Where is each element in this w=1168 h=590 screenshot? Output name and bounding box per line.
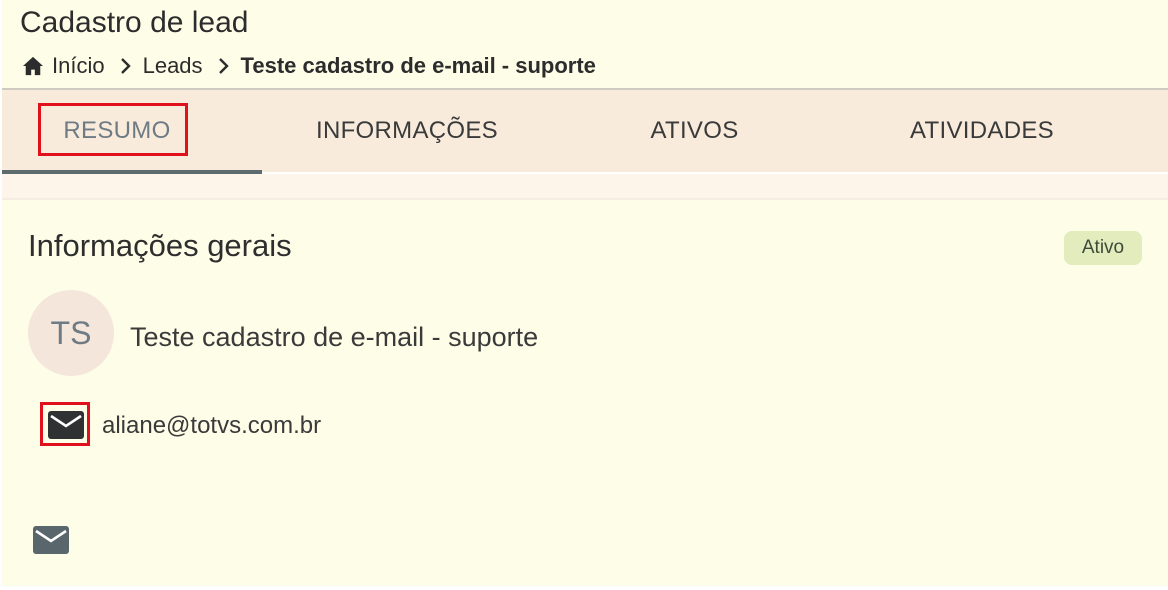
email-address[interactable]: aliane@totvs.com.br: [102, 412, 321, 440]
avatar: TS: [28, 290, 114, 376]
tab-ativos[interactable]: ATIVOS: [552, 90, 837, 172]
tabs-spacer: [2, 174, 1168, 198]
email-icon-highlight-box: [40, 402, 90, 446]
page-header: Cadastro de lead Início Leads Teste cada…: [2, 0, 1168, 88]
chevron-right-icon: [120, 58, 131, 74]
page-title: Cadastro de lead: [20, 6, 249, 39]
mail-icon[interactable]: [32, 524, 70, 556]
tab-highlight-box: [38, 103, 188, 156]
chevron-right-icon: [218, 58, 229, 74]
tab-atividades[interactable]: ATIVIDADES: [837, 90, 1127, 172]
status-badge: Ativo: [1064, 231, 1142, 265]
breadcrumb: Início Leads Teste cadastro de e-mail - …: [22, 52, 596, 80]
home-icon[interactable]: [22, 56, 44, 76]
breadcrumb-item-inicio[interactable]: Início: [52, 53, 105, 79]
section-title: Informações gerais: [28, 228, 292, 263]
lead-name: Teste cadastro de e-mail - suporte: [130, 322, 539, 352]
breadcrumb-item-current: Teste cadastro de e-mail - suporte: [240, 53, 596, 78]
breadcrumb-item-leads[interactable]: Leads: [143, 53, 203, 79]
tab-informacoes[interactable]: INFORMAÇÕES: [262, 90, 552, 172]
general-info-card: Informações gerais Ativo TS Teste cadast…: [2, 198, 1168, 586]
